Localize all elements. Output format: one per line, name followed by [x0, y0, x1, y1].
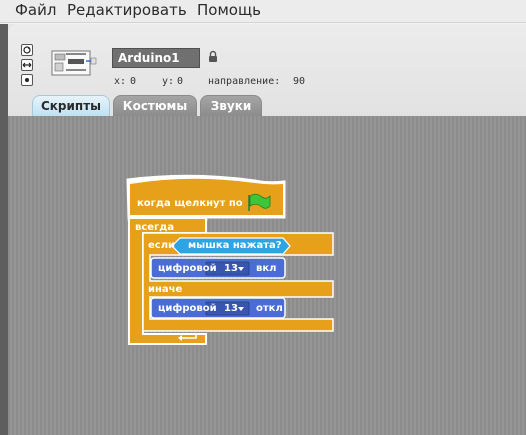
if-label: если	[148, 240, 176, 251]
condition-label: мышка нажата?	[188, 240, 282, 251]
script-blocks-canvas	[126, 174, 334, 345]
state-off-label: откл	[256, 303, 283, 314]
else-label: иначе	[148, 284, 183, 295]
forever-label: всегда	[135, 222, 175, 233]
pin-on-value: 13	[224, 263, 238, 274]
hat-block-label: когда щелкнут по	[137, 198, 243, 209]
digital-off-label: цифровой	[158, 303, 217, 314]
state-on-label: вкл	[256, 263, 277, 274]
digital-on-label: цифровой	[158, 263, 217, 274]
pin-off-value: 13	[224, 303, 238, 314]
